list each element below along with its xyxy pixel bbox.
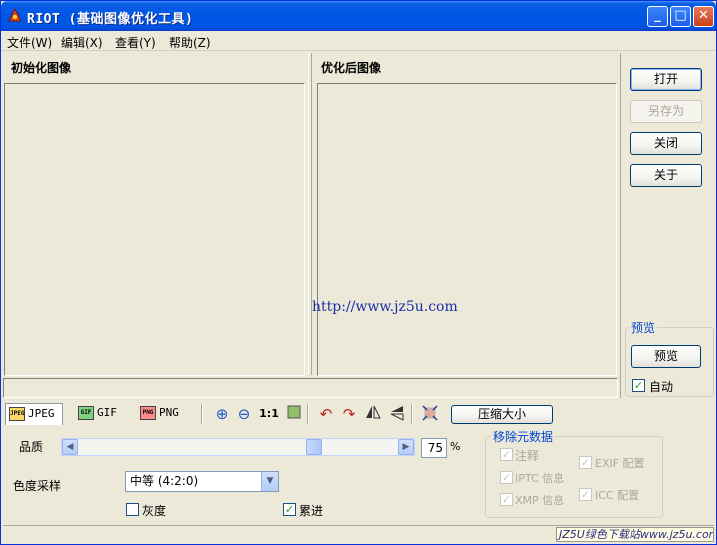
png-format-icon: PNG bbox=[140, 406, 156, 420]
comments-checkbox[interactable]: ✓ bbox=[500, 448, 513, 461]
chroma-selected-value: 中等 (4:2:0) bbox=[130, 474, 199, 488]
crop-icon[interactable] bbox=[421, 405, 439, 423]
iptc-checkbox[interactable]: ✓ bbox=[500, 471, 513, 484]
toolbar-separator bbox=[411, 404, 413, 424]
fit-to-window-icon[interactable] bbox=[285, 405, 303, 423]
window-title: RIOT (基础图像优化工具) bbox=[27, 12, 194, 27]
remove-metadata-title: 移除元数据 bbox=[491, 428, 556, 445]
watermark-url: http://www.jz5u.com bbox=[312, 299, 458, 315]
quality-slider-thumb[interactable] bbox=[305, 439, 322, 455]
rotate-right-icon[interactable]: ↷ bbox=[340, 405, 358, 423]
auto-preview-checkbox[interactable]: ✓ bbox=[632, 379, 645, 392]
menu-view[interactable]: 查看(Y) bbox=[115, 34, 156, 51]
slider-left-arrow-icon[interactable]: ◀ bbox=[62, 439, 78, 455]
menu-file[interactable]: 文件(W) bbox=[7, 34, 52, 51]
panel-splitter[interactable] bbox=[308, 53, 312, 375]
comments-label: 注释 bbox=[515, 449, 540, 463]
zoom-out-icon[interactable]: ⊖ bbox=[235, 405, 253, 423]
exif-checkbox[interactable]: ✓ bbox=[579, 456, 592, 469]
progressive-label: 累进 bbox=[299, 504, 324, 518]
icc-checkbox[interactable]: ✓ bbox=[579, 488, 592, 501]
original-image-label: 初始化图像 bbox=[11, 61, 72, 75]
site-badge: JZ5U绿色下载站www.jz5u.com bbox=[556, 527, 714, 542]
xmp-label: XMP 信息 bbox=[515, 494, 565, 507]
jpeg-format-icon: JPEG bbox=[9, 407, 25, 421]
optimized-image-label: 优化后图像 bbox=[321, 61, 382, 75]
open-button[interactable]: 打开 bbox=[630, 68, 702, 91]
toolbar-separator bbox=[201, 404, 203, 424]
gif-format-icon: GIF bbox=[78, 406, 94, 420]
app-window: RIOT (基础图像优化工具) _ □ ✕ 文件(W) 编辑(X) 查看(Y) … bbox=[0, 0, 717, 545]
optimized-image-panel[interactable] bbox=[317, 83, 617, 376]
minimize-button[interactable]: _ bbox=[647, 6, 668, 27]
original-image-panel[interactable] bbox=[4, 83, 305, 376]
flip-vertical-icon[interactable] bbox=[388, 405, 406, 423]
about-button[interactable]: 关于 bbox=[630, 164, 702, 187]
chevron-down-icon[interactable]: ▼ bbox=[261, 472, 278, 491]
grayscale-checkbox[interactable] bbox=[126, 503, 139, 516]
progressive-checkbox[interactable]: ✓ bbox=[283, 503, 296, 516]
menu-edit[interactable]: 编辑(X) bbox=[61, 34, 103, 51]
quality-value-input[interactable]: 75 bbox=[421, 438, 447, 458]
quality-unit: % bbox=[450, 440, 461, 453]
riot-app-icon bbox=[8, 8, 22, 22]
slider-right-arrow-icon[interactable]: ▶ bbox=[398, 439, 414, 455]
preview-group-title: 预览 bbox=[629, 319, 658, 336]
compress-size-button[interactable]: 压缩大小 bbox=[451, 405, 553, 424]
xmp-checkbox[interactable]: ✓ bbox=[500, 493, 513, 506]
tab-png[interactable]: PNG PNG bbox=[137, 403, 189, 425]
menu-bar: 文件(W) 编辑(X) 查看(Y) 帮助(Z) bbox=[1, 31, 716, 51]
auto-preview-label: 自动 bbox=[649, 380, 674, 394]
icc-label: ICC 配置 bbox=[595, 489, 640, 502]
menu-help[interactable]: 帮助(Z) bbox=[169, 34, 211, 51]
toolbar-separator bbox=[307, 404, 309, 424]
actual-size-icon[interactable]: 1:1 bbox=[257, 405, 281, 423]
preview-button[interactable]: 预览 bbox=[631, 345, 701, 368]
rotate-left-icon[interactable]: ↶ bbox=[317, 405, 335, 423]
save-as-button[interactable]: 另存为 bbox=[630, 100, 702, 123]
tab-jpeg[interactable]: JPEG JPEG bbox=[5, 403, 63, 425]
exif-label: EXIF 配置 bbox=[595, 457, 645, 470]
quality-label: 品质 bbox=[19, 440, 44, 454]
close-button[interactable]: 关闭 bbox=[630, 132, 702, 155]
title-bar[interactable]: RIOT (基础图像优化工具) _ □ ✕ bbox=[1, 1, 716, 31]
zoom-in-icon[interactable]: ⊕ bbox=[213, 405, 231, 423]
maximize-button[interactable]: □ bbox=[670, 6, 691, 27]
image-status-bar bbox=[3, 378, 618, 398]
tab-gif[interactable]: GIF GIF bbox=[75, 403, 127, 425]
grayscale-label: 灰度 bbox=[142, 504, 167, 518]
iptc-label: IPTC 信息 bbox=[515, 472, 565, 485]
chroma-subsampling-select[interactable]: 中等 (4:2:0) ▼ bbox=[125, 471, 279, 492]
close-window-button[interactable]: ✕ bbox=[693, 6, 714, 27]
flip-horizontal-icon[interactable] bbox=[364, 405, 382, 423]
chroma-subsampling-label: 色度采样 bbox=[13, 479, 62, 493]
quality-slider[interactable]: ◀ ▶ bbox=[61, 438, 415, 456]
